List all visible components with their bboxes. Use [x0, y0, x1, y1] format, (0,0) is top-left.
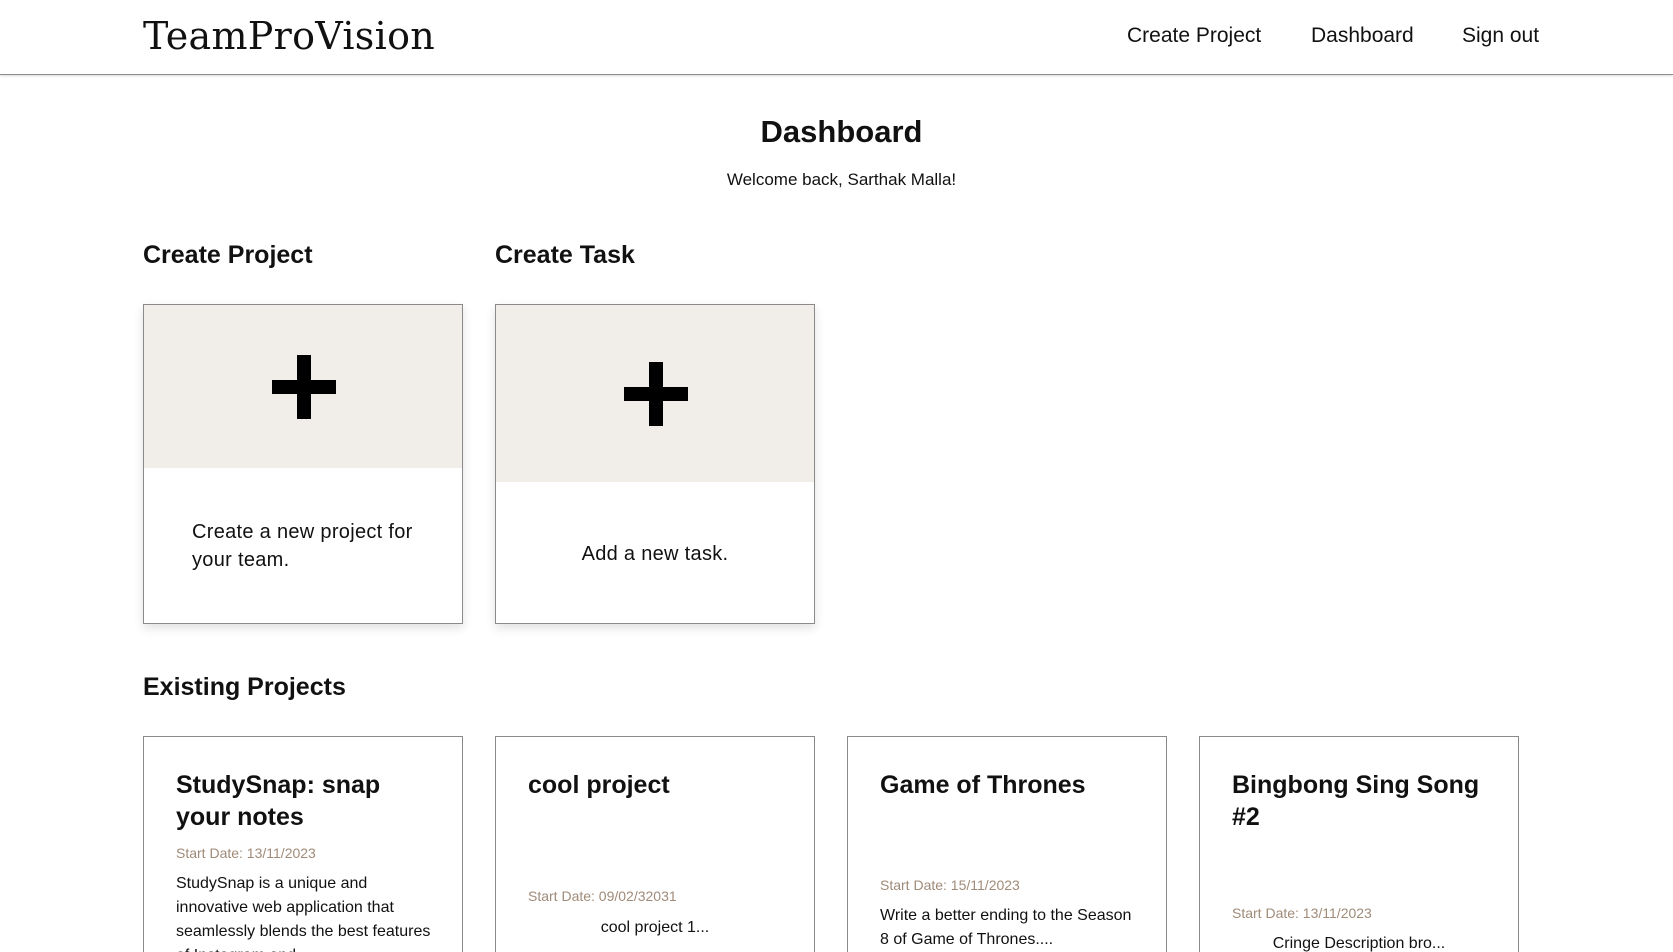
create-task-card-text: Add a new task.	[581, 543, 729, 565]
project-description: Write a better ending to the Season 8 of…	[880, 907, 1132, 948]
nav-sign-out-link[interactable]: Sign out	[1462, 24, 1539, 48]
create-project-card-text: Create a new project for your team.	[192, 521, 413, 571]
project-title: StudySnap: snap your notes	[176, 771, 381, 831]
project-title: cool project	[528, 771, 670, 799]
project-title: Bingbong Sing Song #2	[1232, 771, 1480, 831]
plus-icon	[624, 362, 688, 426]
nav-dashboard-link[interactable]: Dashboard	[1311, 24, 1414, 48]
create-task-card-banner	[496, 305, 814, 482]
project-card[interactable]: Bingbong Sing Song #2 Start Date: 13/11/…	[1199, 736, 1519, 952]
top-navbar: TeamProVision Create Project Dashboard S…	[0, 0, 1673, 75]
project-description: Cringe Description bro...	[1272, 935, 1446, 952]
project-description: StudySnap is a unique and innovative web…	[176, 875, 431, 952]
project-card[interactable]: cool project Start Date: 09/02/32031 coo…	[495, 736, 815, 952]
create-project-heading: Create Project	[143, 241, 313, 269]
page-title: Dashboard	[760, 114, 923, 149]
project-start-date: Start Date: 13/11/2023	[176, 845, 316, 861]
create-task-card[interactable]: Add a new task.	[495, 304, 815, 624]
project-start-date: Start Date: 15/11/2023	[880, 877, 1020, 893]
project-card[interactable]: StudySnap: snap your notes Start Date: 1…	[143, 736, 463, 952]
brand-logo[interactable]: TeamProVision	[143, 14, 435, 58]
project-start-date: Start Date: 13/11/2023	[1232, 905, 1372, 921]
project-card[interactable]: Game of Thrones Start Date: 15/11/2023 W…	[847, 736, 1167, 952]
nav-create-project-link[interactable]: Create Project	[1127, 24, 1261, 48]
create-task-heading: Create Task	[495, 241, 635, 269]
welcome-message: Welcome back, Sarthak Malla!	[726, 170, 957, 189]
existing-projects-heading: Existing Projects	[143, 673, 346, 701]
project-title: Game of Thrones	[880, 771, 1086, 799]
plus-icon	[272, 355, 336, 419]
project-description: cool project 1...	[600, 919, 710, 936]
create-project-card-banner	[144, 305, 462, 468]
project-start-date: Start Date: 09/02/32031	[528, 888, 677, 904]
create-project-card[interactable]: Create a new project for your team.	[143, 304, 463, 624]
